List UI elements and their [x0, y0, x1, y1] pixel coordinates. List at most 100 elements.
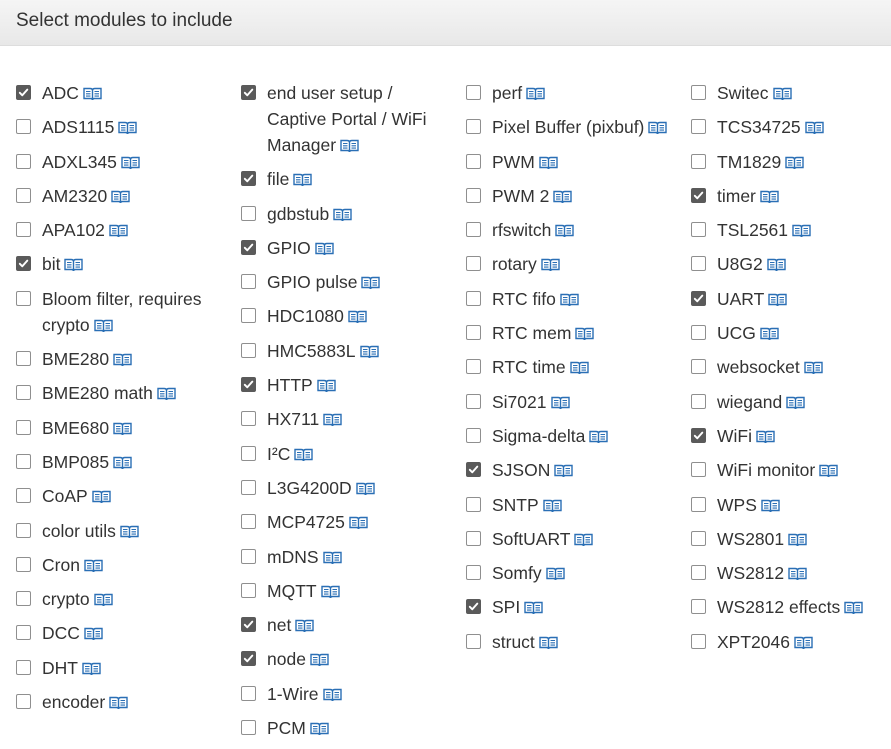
module-item-mcp4725[interactable]: MCP4725 — [241, 509, 447, 537]
module-item-hx711[interactable]: HX711 — [241, 406, 447, 434]
module-item-pwm-2[interactable]: PWM 2 — [466, 183, 677, 211]
module-checkbox-pcm[interactable] — [241, 720, 256, 736]
module-checkbox-somfy[interactable] — [466, 565, 481, 581]
book-icon[interactable] — [84, 622, 103, 648]
book-icon[interactable] — [349, 511, 368, 537]
module-label[interactable]: MCP4725 — [267, 512, 345, 532]
module-label[interactable]: BME280 — [42, 349, 109, 369]
book-icon[interactable] — [348, 305, 367, 331]
module-item-bmp085[interactable]: BMP085 — [16, 449, 232, 477]
module-item-crypto[interactable]: crypto — [16, 586, 232, 614]
module-checkbox-timer[interactable] — [691, 187, 706, 203]
module-label[interactable]: SoftUART — [492, 529, 570, 549]
module-checkbox-net[interactable] — [241, 617, 256, 633]
book-icon[interactable] — [359, 340, 379, 366]
module-checkbox-coap[interactable] — [16, 488, 31, 504]
book-icon[interactable] — [294, 443, 314, 469]
book-icon[interactable] — [792, 219, 811, 245]
module-item-wifi-monitor[interactable]: WiFi monitor — [691, 457, 863, 485]
module-label[interactable]: timer — [717, 186, 756, 206]
module-item-spi[interactable]: SPI — [466, 594, 677, 622]
book-icon[interactable] — [767, 253, 786, 279]
book-icon[interactable] — [322, 546, 342, 572]
module-item-pcm[interactable]: PCM — [241, 715, 447, 743]
module-checkbox-am2320[interactable] — [16, 187, 31, 203]
book-icon[interactable] — [569, 356, 589, 382]
module-label[interactable]: Switec — [717, 83, 769, 103]
module-checkbox-rotary[interactable] — [466, 256, 481, 272]
module-item-file[interactable]: file — [241, 166, 447, 194]
module-checkbox-wifi[interactable] — [691, 427, 706, 443]
module-label[interactable]: WS2812 effects — [717, 597, 840, 617]
book-icon[interactable] — [542, 494, 562, 520]
module-item-bme280[interactable]: BME280 — [16, 346, 232, 374]
module-label[interactable]: mDNS — [267, 547, 319, 567]
book-icon[interactable] — [804, 116, 824, 142]
book-icon[interactable] — [120, 520, 139, 546]
book-icon[interactable] — [541, 253, 560, 279]
module-checkbox-file[interactable] — [241, 171, 256, 187]
module-label[interactable]: DCC — [42, 623, 80, 643]
book-icon[interactable] — [82, 657, 101, 683]
module-checkbox-pwm-2[interactable] — [466, 187, 481, 203]
module-item-l3g4200d[interactable]: L3G4200D — [241, 475, 447, 503]
module-checkbox-dht[interactable] — [16, 659, 31, 675]
module-checkbox-mcp4725[interactable] — [241, 514, 256, 530]
module-checkbox-crypto[interactable] — [16, 591, 31, 607]
module-item-u8g2[interactable]: U8G2 — [691, 251, 863, 279]
module-item-bme680[interactable]: BME680 — [16, 415, 232, 443]
module-item-hmc5883l[interactable]: HMC5883L — [241, 338, 447, 366]
module-item-rtc-time[interactable]: RTC time — [466, 354, 677, 382]
module-label[interactable]: PWM 2 — [492, 186, 549, 206]
module-checkbox-node[interactable] — [241, 651, 256, 667]
book-icon[interactable] — [524, 596, 543, 622]
module-label[interactable]: perf — [492, 83, 522, 103]
module-checkbox-hmc5883l[interactable] — [241, 342, 256, 358]
module-label[interactable]: GPIO pulse — [267, 272, 357, 292]
module-label[interactable]: WS2812 — [717, 563, 784, 583]
book-icon[interactable] — [554, 459, 574, 485]
module-label[interactable]: WiFi — [717, 426, 752, 446]
module-label[interactable]: color utils — [42, 521, 116, 541]
module-item-sntp[interactable]: SNTP — [466, 492, 677, 520]
book-icon[interactable] — [317, 374, 336, 400]
module-label[interactable]: node — [267, 649, 306, 669]
module-item-ws2801[interactable]: WS2801 — [691, 526, 863, 554]
book-icon[interactable] — [574, 528, 594, 554]
book-icon[interactable] — [575, 322, 595, 348]
module-item-wps[interactable]: WPS — [691, 492, 863, 520]
module-label[interactable]: SNTP — [492, 495, 539, 515]
book-icon[interactable] — [315, 237, 334, 263]
book-icon[interactable] — [819, 459, 838, 485]
module-checkbox-rfswitch[interactable] — [466, 222, 481, 238]
module-item-bloom-filter-requires-crypto[interactable]: Bloom filter, requires crypto — [16, 286, 232, 340]
book-icon[interactable] — [786, 391, 805, 417]
module-checkbox-spi[interactable] — [466, 599, 481, 615]
module-label[interactable]: Sigma-delta — [492, 426, 585, 446]
module-checkbox-struct[interactable] — [466, 633, 481, 649]
module-checkbox-mdns[interactable] — [241, 548, 256, 564]
module-item-si7021[interactable]: Si7021 — [466, 389, 677, 417]
book-icon[interactable] — [109, 691, 128, 717]
module-item-mqtt[interactable]: MQTT — [241, 578, 447, 606]
module-checkbox-xpt2046[interactable] — [691, 633, 706, 649]
book-icon[interactable] — [589, 425, 609, 451]
module-checkbox-encoder[interactable] — [16, 694, 31, 710]
module-item-gpio-pulse[interactable]: GPIO pulse — [241, 269, 447, 297]
module-item-dht[interactable]: DHT — [16, 655, 232, 683]
module-checkbox-rtc-fifo[interactable] — [466, 290, 481, 306]
module-item-wifi[interactable]: WiFi — [691, 423, 863, 451]
module-label[interactable]: Pixel Buffer (pixbuf) — [492, 117, 644, 137]
module-checkbox-softuart[interactable] — [466, 530, 481, 546]
module-checkbox-bme280-math[interactable] — [16, 385, 31, 401]
module-label[interactable]: PCM — [267, 718, 306, 738]
module-item-rfswitch[interactable]: rfswitch — [466, 217, 677, 245]
module-label[interactable]: WPS — [717, 495, 757, 515]
module-label[interactable]: GPIO — [267, 238, 311, 258]
module-item-adc[interactable]: ADC — [16, 80, 232, 108]
module-label[interactable]: PWM — [492, 152, 535, 172]
book-icon[interactable] — [310, 717, 329, 743]
module-item-gdbstub[interactable]: gdbstub — [241, 201, 447, 229]
module-checkbox-hdc1080[interactable] — [241, 308, 256, 324]
module-checkbox-bme680[interactable] — [16, 419, 31, 435]
